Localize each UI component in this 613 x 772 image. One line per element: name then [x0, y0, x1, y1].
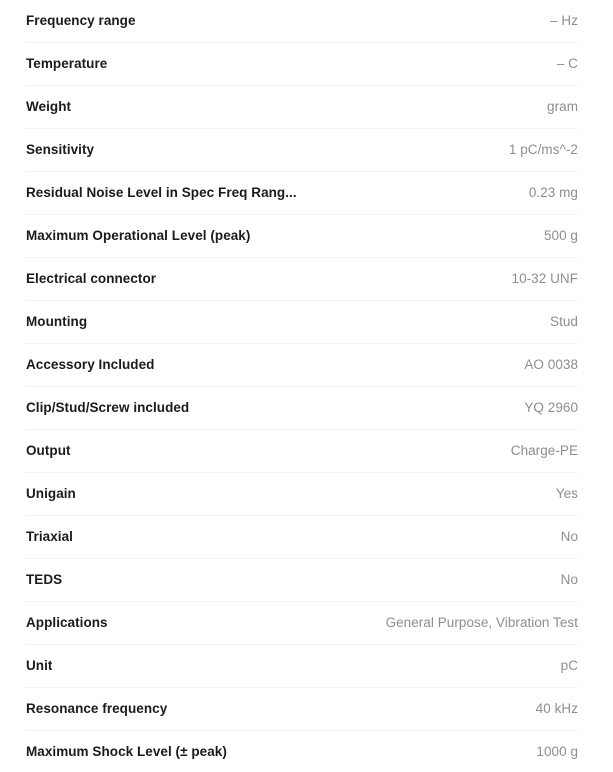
- spec-label: Clip/Stud/Screw included: [26, 399, 190, 415]
- spec-row: Residual Noise Level in Spec Freq Rang..…: [26, 172, 578, 215]
- spec-label: Mounting: [26, 313, 88, 329]
- spec-value: Stud: [550, 313, 578, 329]
- spec-label: Maximum Operational Level (peak): [26, 227, 251, 243]
- spec-value: Yes: [555, 485, 578, 501]
- spec-row: Weight gram: [26, 86, 578, 129]
- spec-value: 0.23 mg: [528, 184, 578, 200]
- spec-label: Sensitivity: [26, 141, 95, 157]
- spec-label: Residual Noise Level in Spec Freq Rang..…: [26, 184, 297, 200]
- spec-label: Electrical connector: [26, 270, 157, 286]
- spec-row: TEDS No: [26, 559, 578, 602]
- spec-label: Weight: [26, 98, 72, 114]
- spec-row: Accessory Included AO 0038: [26, 344, 578, 387]
- spec-value: 10-32 UNF: [511, 270, 578, 286]
- spec-row: Maximum Operational Level (peak) 500 g: [26, 215, 578, 258]
- spec-row: Unit pC: [26, 645, 578, 688]
- spec-label: Accessory Included: [26, 356, 155, 372]
- spec-value: 500 g: [543, 227, 578, 243]
- spec-value: 1000 g: [536, 743, 578, 759]
- spec-label: Resonance frequency: [26, 700, 168, 716]
- spec-row: Temperature – C: [26, 43, 578, 86]
- spec-value: pC: [560, 657, 578, 673]
- spec-row: Output Charge-PE: [26, 430, 578, 473]
- spec-value: – Hz: [550, 12, 578, 28]
- spec-row: Electrical connector 10-32 UNF: [26, 258, 578, 301]
- spec-value: No: [560, 571, 578, 587]
- spec-value: AO 0038: [524, 356, 578, 372]
- spec-row: Sensitivity 1 pC/ms^-2: [26, 129, 578, 172]
- spec-label: Maximum Shock Level (± peak): [26, 743, 227, 759]
- spec-row: Resonance frequency 40 kHz: [26, 688, 578, 731]
- spec-row: Maximum Shock Level (± peak) 1000 g: [26, 731, 578, 772]
- spec-label: Unit: [26, 657, 53, 673]
- spec-value: Charge-PE: [510, 442, 578, 458]
- spec-label: Frequency range: [26, 12, 136, 28]
- spec-label: Unigain: [26, 485, 76, 501]
- spec-row: Frequency range – Hz: [26, 0, 578, 43]
- spec-value: No: [560, 528, 578, 544]
- spec-value: 1 pC/ms^-2: [508, 141, 578, 157]
- spec-row: Unigain Yes: [26, 473, 578, 516]
- spec-label: Temperature: [26, 55, 108, 71]
- spec-value: General Purpose, Vibration Test: [385, 614, 578, 630]
- spec-label: Triaxial: [26, 528, 73, 544]
- spec-value: 40 kHz: [535, 700, 578, 716]
- spec-value: gram: [547, 98, 578, 114]
- specification-table: Frequency range – Hz Temperature – C Weight g…: [0, 0, 613, 772]
- spec-row: Clip/Stud/Screw included YQ 2960: [26, 387, 578, 430]
- spec-row: Triaxial No: [26, 516, 578, 559]
- spec-label: Output: [26, 442, 71, 458]
- spec-value: – C: [556, 55, 578, 71]
- spec-label: TEDS: [26, 571, 63, 587]
- spec-row: Mounting Stud: [26, 301, 578, 344]
- spec-label: Applications: [26, 614, 108, 630]
- spec-value: YQ 2960: [524, 399, 578, 415]
- spec-row: Applications General Purpose, Vibration T…: [26, 602, 578, 645]
